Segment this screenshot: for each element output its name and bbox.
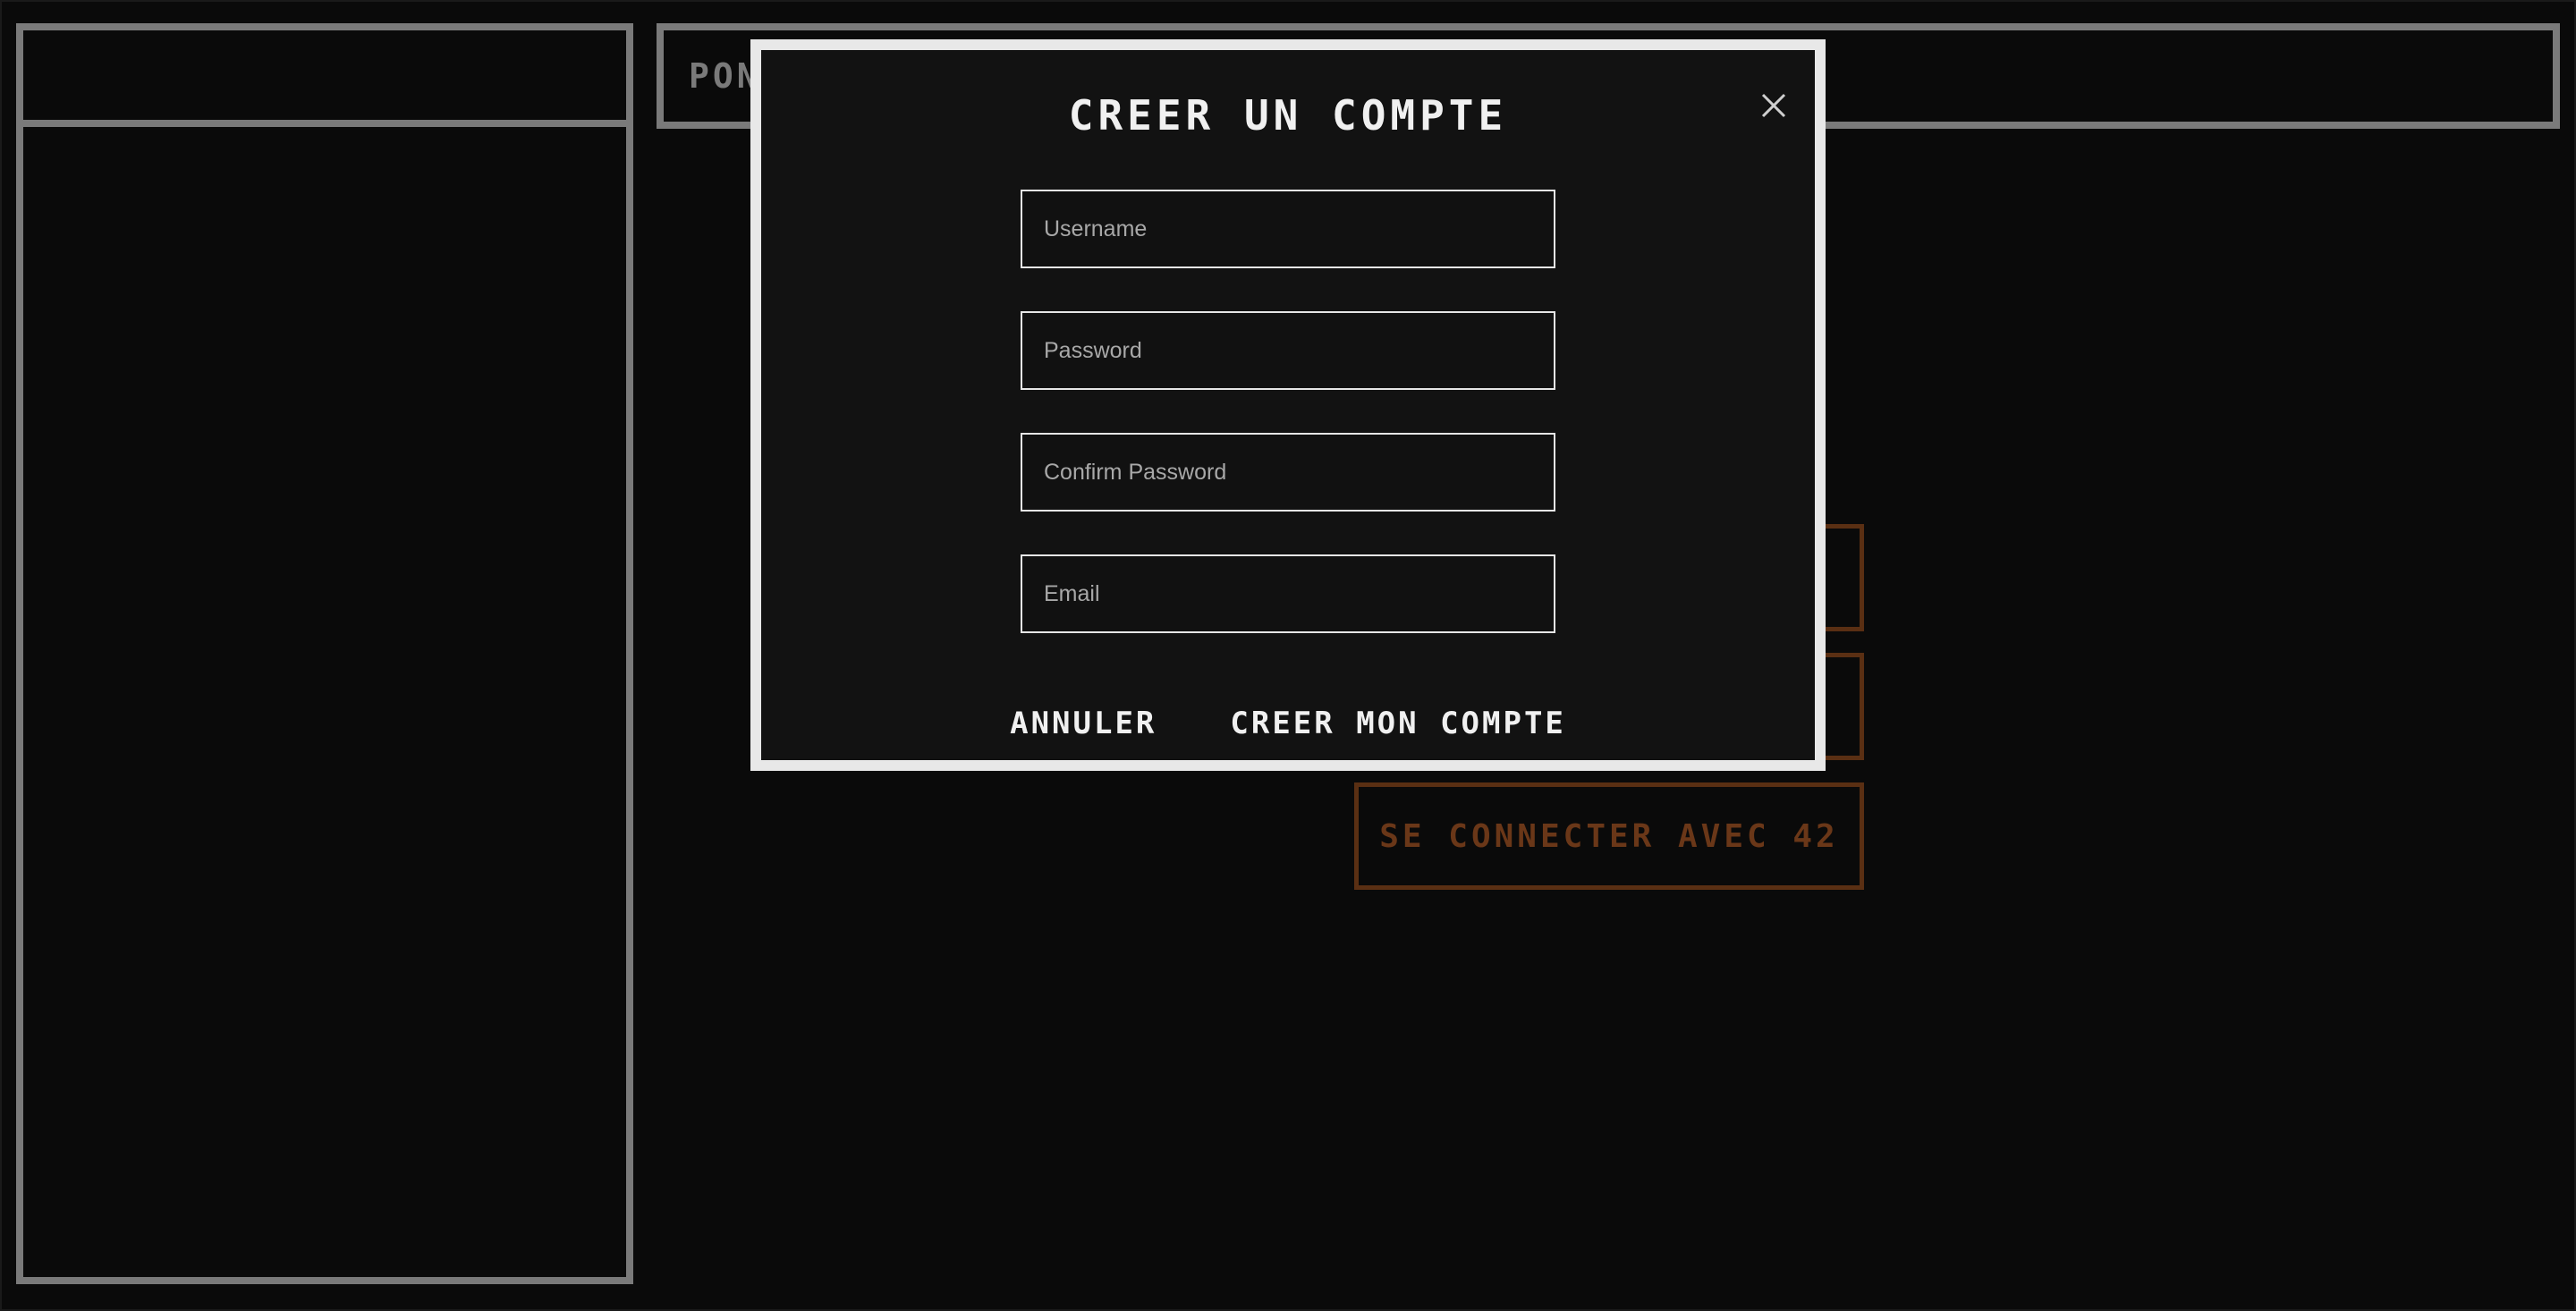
sidebar-header [16,23,633,123]
confirm-password-field[interactable] [1021,433,1555,512]
create-account-modal: CREER UN COMPTE ANNULER CREER MON COMPTE [750,39,1826,771]
cancel-button[interactable]: ANNULER [1010,708,1157,739]
modal-title: CREER UN COMPTE [1068,91,1508,140]
sidebar-panel [16,120,633,1284]
app-window: PON SE CONNECTER AVEC 42 CREER UN COMPTE… [0,0,2576,1311]
create-account-button[interactable]: CREER MON COMPTE [1230,708,1566,739]
modal-actions: ANNULER CREER MON COMPTE [761,708,1815,739]
password-field[interactable] [1021,311,1555,390]
email-field[interactable] [1021,554,1555,633]
login-42-button[interactable]: SE CONNECTER AVEC 42 [1354,782,1864,890]
close-icon[interactable] [1756,88,1792,123]
username-field[interactable] [1021,190,1555,268]
